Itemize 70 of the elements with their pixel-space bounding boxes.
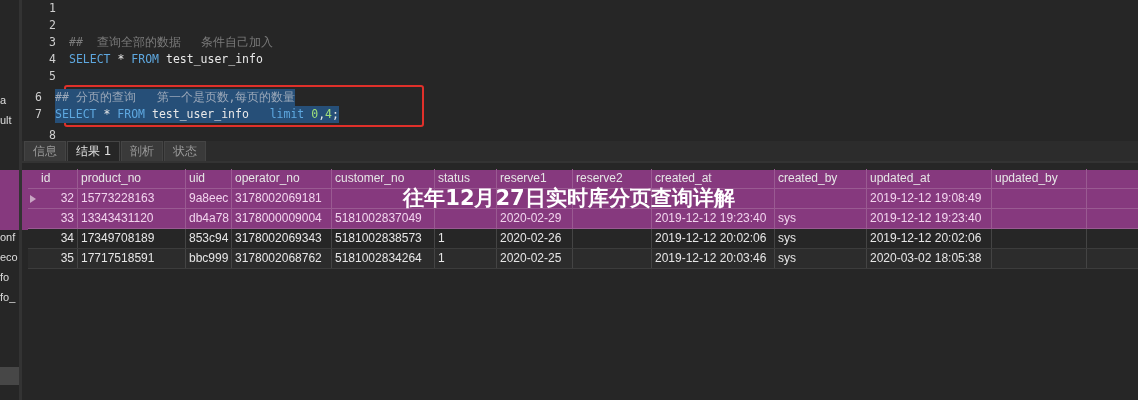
table-row[interactable]: 35 17717518591 bbc999 3178002068762 5181002834264 1 2020-02-25 2019-12-12 20:03:46 sys 2020-03-02 18:05:38 — [28, 249, 1138, 269]
column-header[interactable]: product_no — [81, 171, 142, 185]
table-cell: 853c94 — [189, 231, 229, 245]
line-number: 7 — [34, 106, 42, 123]
table-cell: 17349708189 — [81, 231, 155, 245]
code-line: ## 查询全部的数据 条件自己加入 — [69, 34, 274, 51]
line-number: 4 — [48, 51, 56, 68]
column-header[interactable]: reserve1 — [500, 171, 547, 185]
column-header[interactable]: customer_no — [335, 171, 405, 185]
table-cell: 2019-12-12 19:23:40 — [655, 211, 767, 225]
table-cell: 5181002834264 — [335, 251, 422, 265]
column-header[interactable]: updated_at — [870, 171, 931, 185]
line-number: 1 — [48, 0, 56, 17]
table-cell: 2019-12-12 20:03:46 — [655, 251, 767, 265]
table-cell: 32 — [60, 191, 74, 205]
table-cell: 3178002069343 — [235, 231, 322, 245]
table-cell: 2019-12-12 19:23:40 — [870, 211, 982, 225]
table-cell: 3178000009004 — [235, 211, 322, 225]
table-row[interactable]: 34 17349708189 853c94 3178002069343 5181002838573 1 2020-02-26 2019-12-12 20:02:06 sys 2019-12-12 20:02:06 — [28, 229, 1138, 249]
table-cell: 2020-03-02 18:05:38 — [870, 251, 982, 265]
table-cell: 33 — [60, 211, 74, 225]
table-cell: 3178002068762 — [235, 251, 322, 265]
line-number: 2 — [48, 17, 56, 34]
tab[interactable]: 信息 — [24, 141, 66, 161]
table-cell: 5181002837049 — [335, 211, 422, 225]
table-cell: 3178002069181 — [235, 191, 322, 205]
tab[interactable]: 剖析 — [121, 141, 164, 161]
table-cell: 13343431120 — [81, 211, 154, 225]
table-cell: 1 — [438, 231, 445, 245]
table-cell: sys — [778, 211, 796, 225]
table-cell: 2020-02-25 — [500, 251, 562, 265]
line-number: 6 — [34, 89, 42, 106]
sidebar-item[interactable]: onf — [0, 227, 19, 247]
table-cell: 5181002838573 — [335, 231, 422, 245]
line-number: 3 — [48, 34, 56, 51]
table-cell: 2020-02-26 — [500, 231, 562, 245]
table-cell: sys — [778, 231, 796, 245]
table-cell: bbc999 — [189, 251, 229, 265]
banner-title: 往年12月27日实时库分页查询详解 — [403, 188, 735, 209]
table-cell: 2019-12-12 20:02:06 — [655, 231, 767, 245]
column-header[interactable]: operator_no — [235, 171, 300, 185]
line-number: 5 — [48, 68, 56, 85]
column-header[interactable]: uid — [189, 171, 205, 185]
code-line: SELECT * FROM test_user_info — [69, 51, 263, 68]
table-cell: 15773228163 — [81, 191, 155, 205]
table-cell: 2020-02-29 — [500, 211, 562, 225]
column-header[interactable]: created_by — [778, 171, 838, 185]
sidebar-item[interactable]: eco — [0, 247, 19, 267]
column-header[interactable]: created_at — [655, 171, 712, 185]
column-header[interactable]: updated_by — [995, 171, 1058, 185]
line-number: 8 — [48, 127, 56, 144]
table-cell: sys — [778, 251, 796, 265]
tab[interactable]: 状态 — [164, 141, 207, 161]
tab[interactable]: 结果 1 — [67, 141, 121, 161]
table-cell: 1 — [438, 251, 445, 265]
sidebar-item[interactable]: fo_ — [0, 287, 19, 307]
table-cell: 9a8eec — [189, 191, 229, 205]
table-cell: 34 — [60, 231, 74, 245]
table-cell: db4a78 — [189, 211, 230, 225]
sidebar-item[interactable]: ult — [0, 110, 19, 130]
table-cell: 2019-12-12 19:08:49 — [870, 191, 982, 205]
sidebar-item[interactable]: a — [0, 90, 19, 110]
table-cell: 2019-12-12 20:02:06 — [870, 231, 982, 245]
column-header[interactable]: reserve2 — [576, 171, 623, 185]
column-header[interactable]: status — [438, 171, 470, 185]
sidebar-item[interactable]: fo — [0, 267, 19, 287]
column-header[interactable]: id — [41, 171, 51, 185]
sidebar-selection — [0, 367, 19, 385]
table-cell: 17717518591 — [81, 251, 155, 265]
table-cell: 35 — [60, 251, 74, 265]
